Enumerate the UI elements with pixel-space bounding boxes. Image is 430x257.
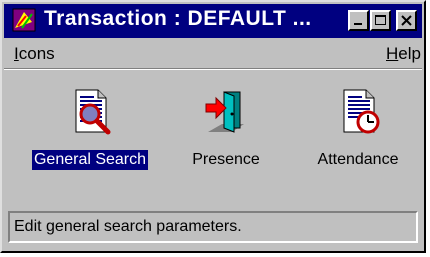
close-icon — [401, 15, 412, 26]
menu-separator — [4, 68, 422, 70]
tool-attendance[interactable]: Attendance — [296, 88, 420, 170]
status-text: Edit general search parameters. — [14, 218, 242, 235]
minimize-icon — [354, 23, 362, 25]
clock-document-icon — [334, 88, 382, 136]
search-document-icon — [66, 88, 114, 136]
maximize-icon — [375, 15, 386, 25]
tool-label-attendance: Attendance — [317, 151, 399, 168]
minimize-button[interactable] — [348, 10, 369, 31]
menu-icons[interactable]: Icons — [14, 44, 55, 64]
close-button[interactable] — [396, 10, 417, 31]
app-icon — [12, 8, 36, 32]
title-bar[interactable]: Transaction : DEFAULT ... — [4, 4, 422, 38]
status-bar: Edit general search parameters. — [8, 211, 418, 243]
tool-general-search[interactable]: General Search — [18, 88, 162, 170]
tool-label-general-search: General Search — [31, 150, 149, 170]
toolbar-panel: General Search Presence Attendance — [6, 78, 420, 204]
door-icon — [202, 88, 250, 136]
tool-label-presence: Presence — [192, 151, 260, 168]
maximize-button[interactable] — [370, 10, 391, 31]
menu-bar: Icons Help — [4, 40, 422, 66]
tool-presence[interactable]: Presence — [176, 88, 276, 170]
menu-help[interactable]: Help — [386, 44, 421, 64]
window-title: Transaction : DEFAULT ... — [44, 7, 312, 30]
transaction-window: Transaction : DEFAULT ... Icons Help Gen… — [0, 0, 426, 253]
